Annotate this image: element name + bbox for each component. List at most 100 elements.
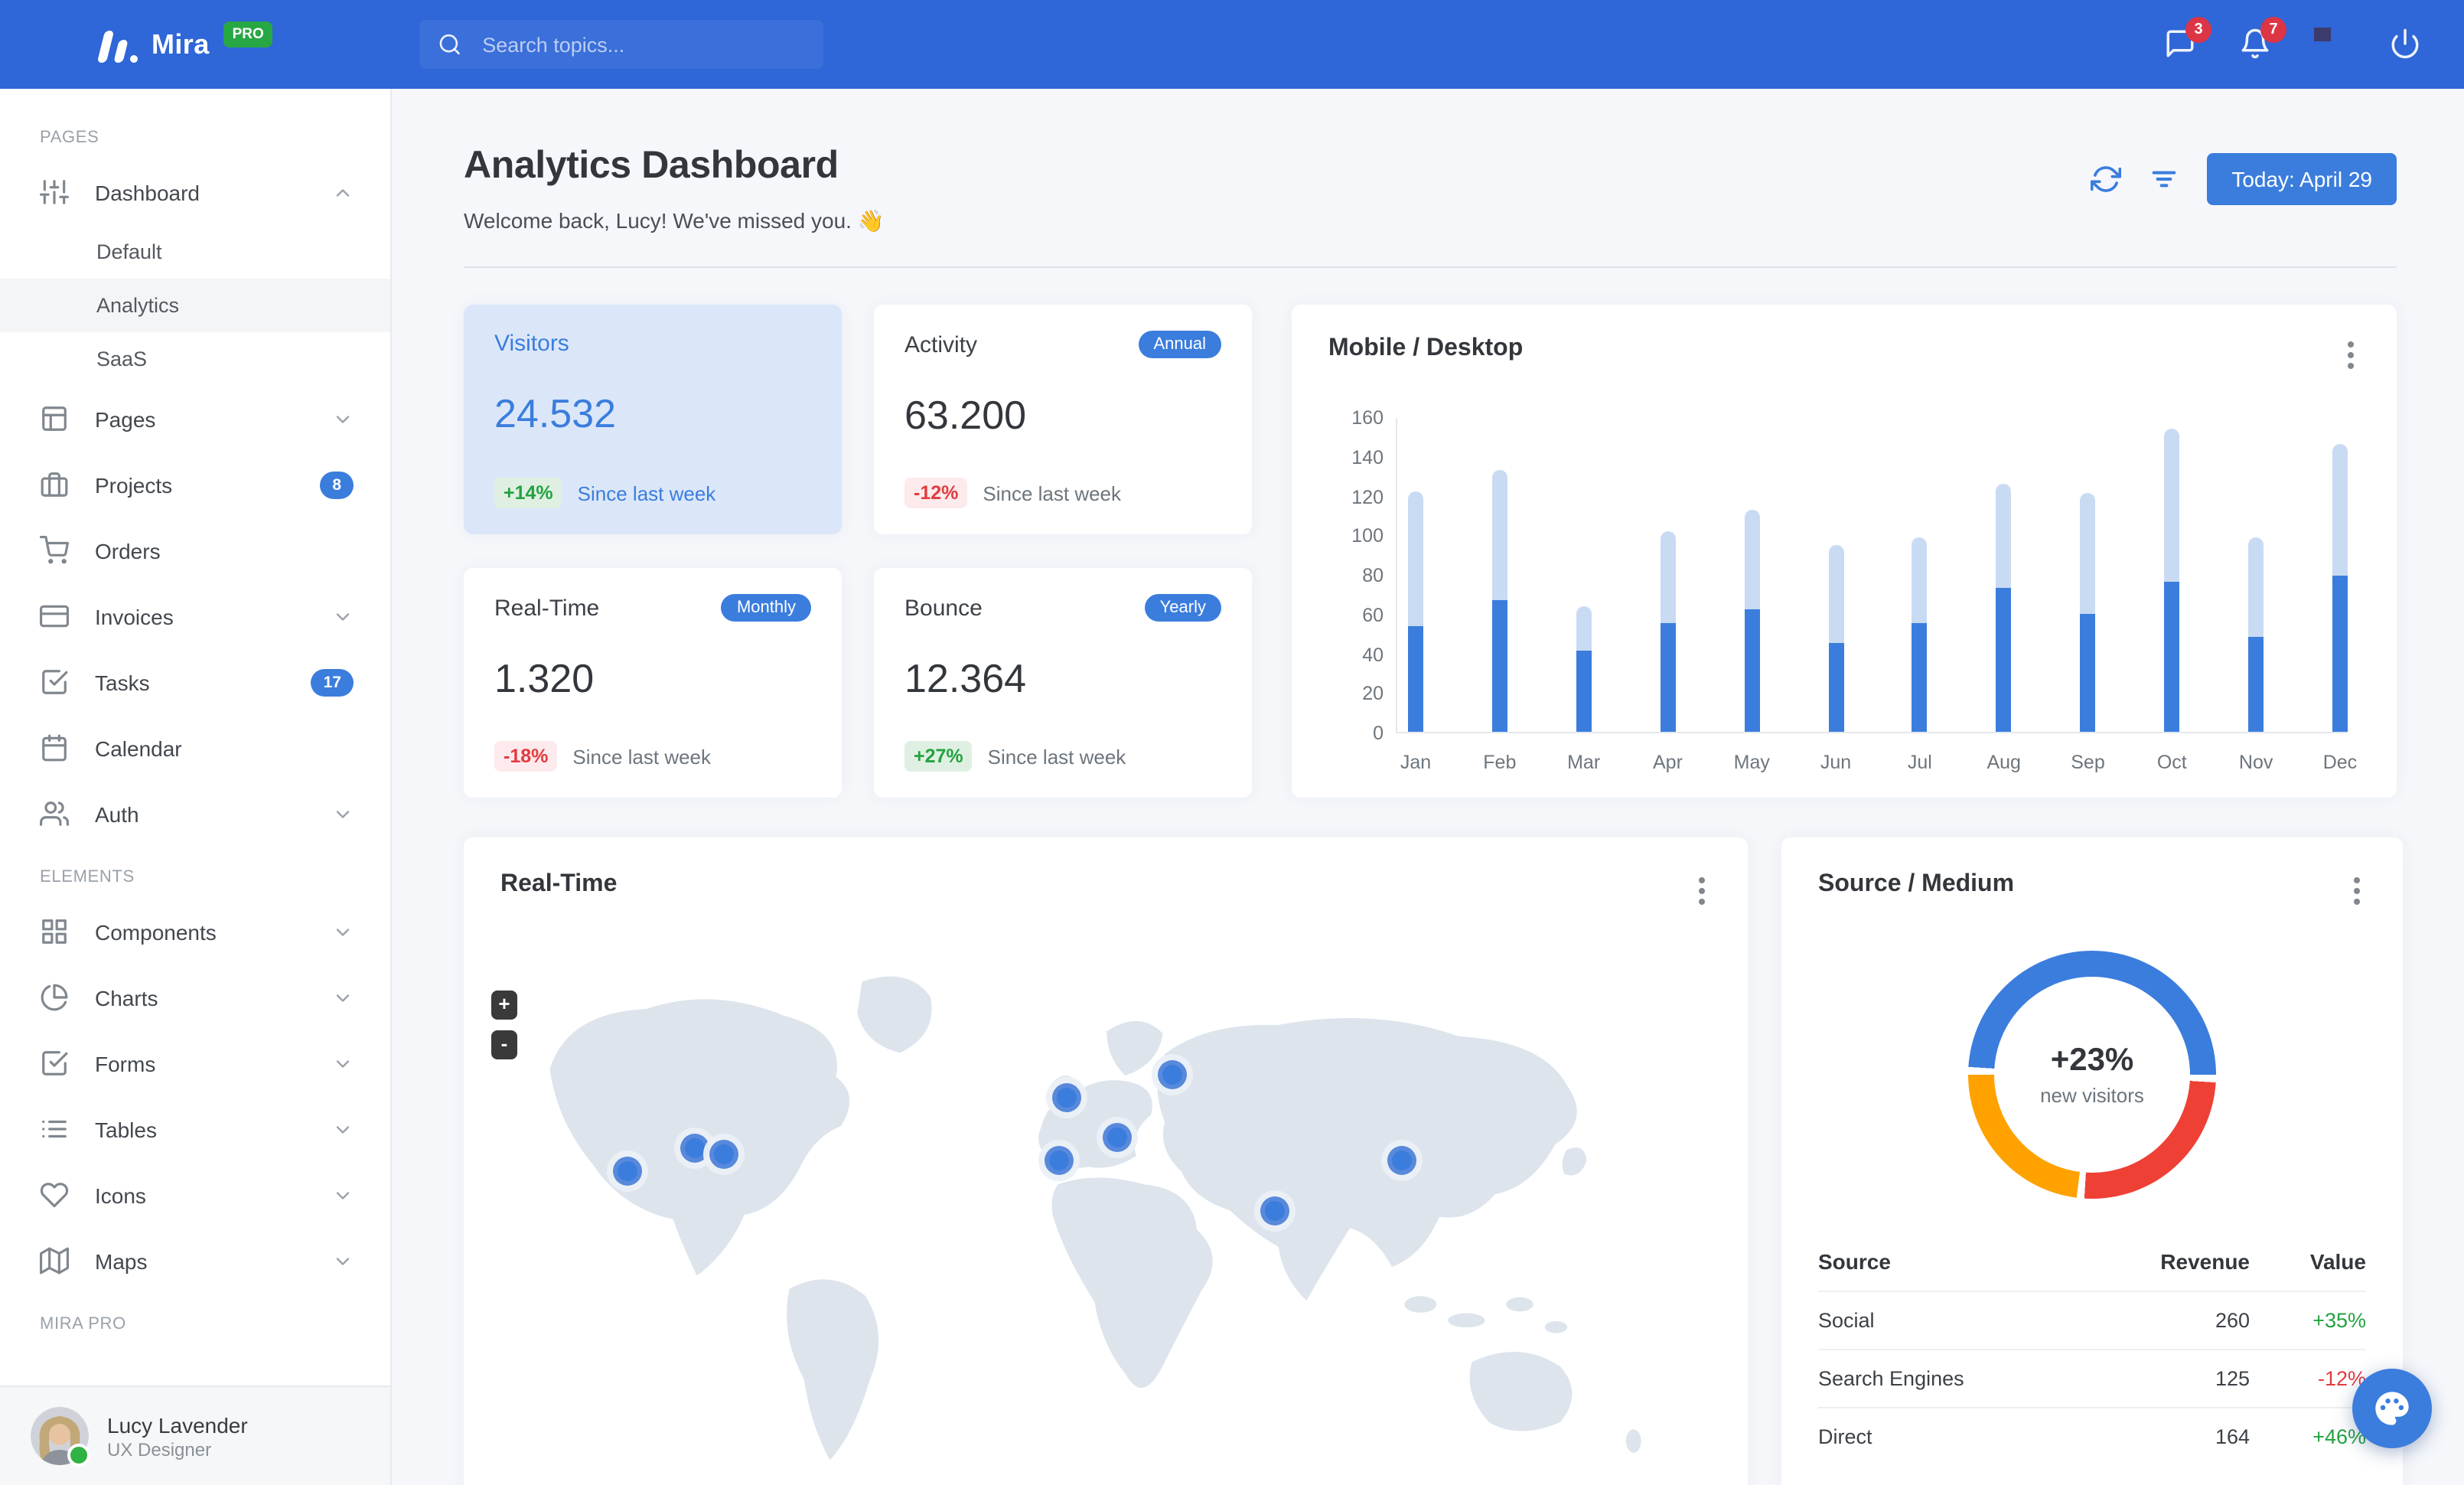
sign-out-button[interactable] [2389, 28, 2423, 61]
bar-chart: Jan Feb Mar Apr May Jun Jul Aug Sep Oct Nov Dec 0 20… [1328, 384, 2360, 779]
kebab-menu-button[interactable] [2342, 335, 2360, 375]
change-chip: +27% [904, 741, 973, 772]
desktop-segment [2164, 428, 2180, 583]
sidebar-subitem-default[interactable]: Default [0, 225, 390, 279]
date-range-button[interactable]: Today: April 29 [2207, 153, 2397, 205]
filter-button[interactable] [2149, 164, 2179, 194]
donut-center-label: new visitors [2040, 1084, 2144, 1107]
x-axis-line [1396, 732, 2348, 733]
app-root: Mira PRO 3 7 PAGESDashbo [0, 0, 2464, 1485]
table-row-search-engines[interactable]: Search Engines 125 -12% [1818, 1349, 2366, 1407]
sidebar-item-auth[interactable]: Auth [0, 781, 390, 847]
search-input[interactable] [479, 31, 806, 57]
sidebar-item-invoices[interactable]: Invoices [0, 583, 390, 649]
y-tick-label: 40 [1362, 644, 1384, 665]
palette-icon [2375, 1392, 2409, 1425]
sidebar-item-tables[interactable]: Tables [0, 1096, 390, 1162]
y-tick-label: 160 [1351, 407, 1384, 429]
chevron-down-icon [336, 928, 350, 935]
sidebar-section-label: PAGES [40, 129, 99, 147]
refresh-button[interactable] [2091, 164, 2122, 194]
y-tick-label: 120 [1351, 486, 1384, 508]
sidebar-item-dashboard[interactable]: Dashboard [0, 159, 390, 225]
sidebar-item-label: Calendar [95, 736, 182, 760]
navbar: Mira PRO 3 7 [0, 0, 2464, 89]
table-row-social[interactable]: Social 260 +35% [1818, 1291, 2366, 1349]
world-map-graphic [548, 974, 1644, 1463]
x-tick-label: Apr [1652, 752, 1683, 773]
credit-card-icon [40, 605, 69, 628]
value-cell: -12% [2317, 1367, 2366, 1390]
map-marker [1260, 1196, 1290, 1226]
mobile-segment [2164, 582, 2180, 732]
main-content: Analytics Dashboard Welcome back, Lucy! … [392, 89, 2464, 1485]
sidebar-subitem-saas[interactable]: SaaS [0, 332, 390, 386]
stat-value: 1.320 [494, 655, 595, 701]
desktop-segment [1408, 491, 1423, 625]
world-map[interactable]: + - [491, 926, 1711, 1485]
stat-title: Bounce [904, 595, 983, 621]
sidebar-user[interactable]: Lucy Lavender UX Designer [0, 1385, 390, 1485]
x-tick-label: Jun [1820, 752, 1852, 773]
sidebar-nav: PAGES Dashboard Default Analytics SaaS Pages P… [0, 89, 390, 1385]
sidebar-item-forms[interactable]: Forms [0, 1030, 390, 1096]
value-cell: +35% [2312, 1309, 2366, 1332]
power-icon [2391, 28, 2419, 59]
map-icon [40, 1247, 69, 1274]
desktop-segment [1660, 530, 1676, 624]
x-tick-label: Sep [2071, 752, 2105, 773]
sidebar-item-label: Charts [95, 985, 158, 1010]
mobile-desktop-card: Mobile / Desktop Jan Feb Mar Apr May Jun Jul Au… [1292, 305, 2397, 798]
change-chip: +14% [494, 478, 562, 508]
notifications-button[interactable]: 7 [2239, 17, 2286, 61]
kebab-menu-button[interactable] [2348, 871, 2366, 911]
search-box[interactable] [419, 20, 824, 69]
source-cell: Search Engines [1818, 1367, 1964, 1390]
change-chip: -12% [904, 478, 968, 508]
source-table: Source Revenue Value Social 260 +35% Search… [1818, 1232, 2366, 1465]
sidebar-item-calendar[interactable]: Calendar [0, 715, 390, 781]
map-zoom-out-button[interactable]: - [491, 1030, 517, 1059]
donut-chart: +23% new visitors [1968, 951, 2216, 1199]
theme-settings-fab[interactable] [2352, 1369, 2432, 1448]
sliders-icon [40, 180, 69, 204]
sidebar-item-pages[interactable]: Pages [0, 386, 390, 452]
sidebar-item-tasks[interactable]: Tasks 17 [0, 649, 390, 715]
mobile-segment [1744, 609, 1760, 732]
table-row-direct[interactable]: Direct 164 +46% [1818, 1407, 2366, 1465]
mobile-segment [1828, 643, 1844, 732]
sidebar-subitem-analytics[interactable]: Analytics [0, 279, 390, 332]
user-name: Lucy Lavender [107, 1412, 248, 1438]
x-tick-label: Dec [2322, 752, 2358, 773]
brand[interactable]: Mira PRO [96, 21, 273, 63]
messages-button[interactable]: 3 [2164, 17, 2211, 61]
chevron-down-icon [336, 1191, 350, 1199]
bar-sep: Sep [2071, 416, 2105, 773]
sidebar-section-label: ELEMENTS [40, 868, 135, 886]
filter-icon [2152, 171, 2176, 188]
desktop-segment [2248, 537, 2264, 638]
language-button[interactable] [2314, 28, 2348, 61]
sidebar-item-projects[interactable]: Projects 8 [0, 452, 390, 517]
sidebar-item-charts[interactable]: Charts [0, 964, 390, 1030]
sidebar-item-maps[interactable]: Maps [0, 1228, 390, 1294]
sidebar-item-icons[interactable]: Icons [0, 1162, 390, 1228]
change-chip: -18% [494, 741, 558, 772]
sidebar-item-orders[interactable]: Orders [0, 517, 390, 583]
bar-oct: Oct [2157, 416, 2187, 773]
list-icon [42, 1120, 67, 1138]
sidebar-item-components[interactable]: Components [0, 899, 390, 964]
map-zoom-in-button[interactable]: + [491, 991, 517, 1020]
kebab-menu-button[interactable] [1693, 871, 1711, 911]
chevron-down-icon [336, 1257, 350, 1265]
sidebar-badge: 8 [320, 471, 354, 498]
map-marker [1387, 1145, 1417, 1175]
bar-mar: Mar [1567, 416, 1600, 773]
map-title: Real-Time [500, 871, 618, 897]
stat-card-real-time: Real-Time Monthly 1.320 -18% Since last week [464, 568, 842, 798]
source-medium-title: Source / Medium [1818, 871, 2015, 897]
source-cell: Direct [1818, 1425, 1872, 1448]
online-status-dot [67, 1444, 90, 1467]
map-marker [1158, 1059, 1187, 1089]
sidebar-item-label: Orders [95, 538, 161, 563]
